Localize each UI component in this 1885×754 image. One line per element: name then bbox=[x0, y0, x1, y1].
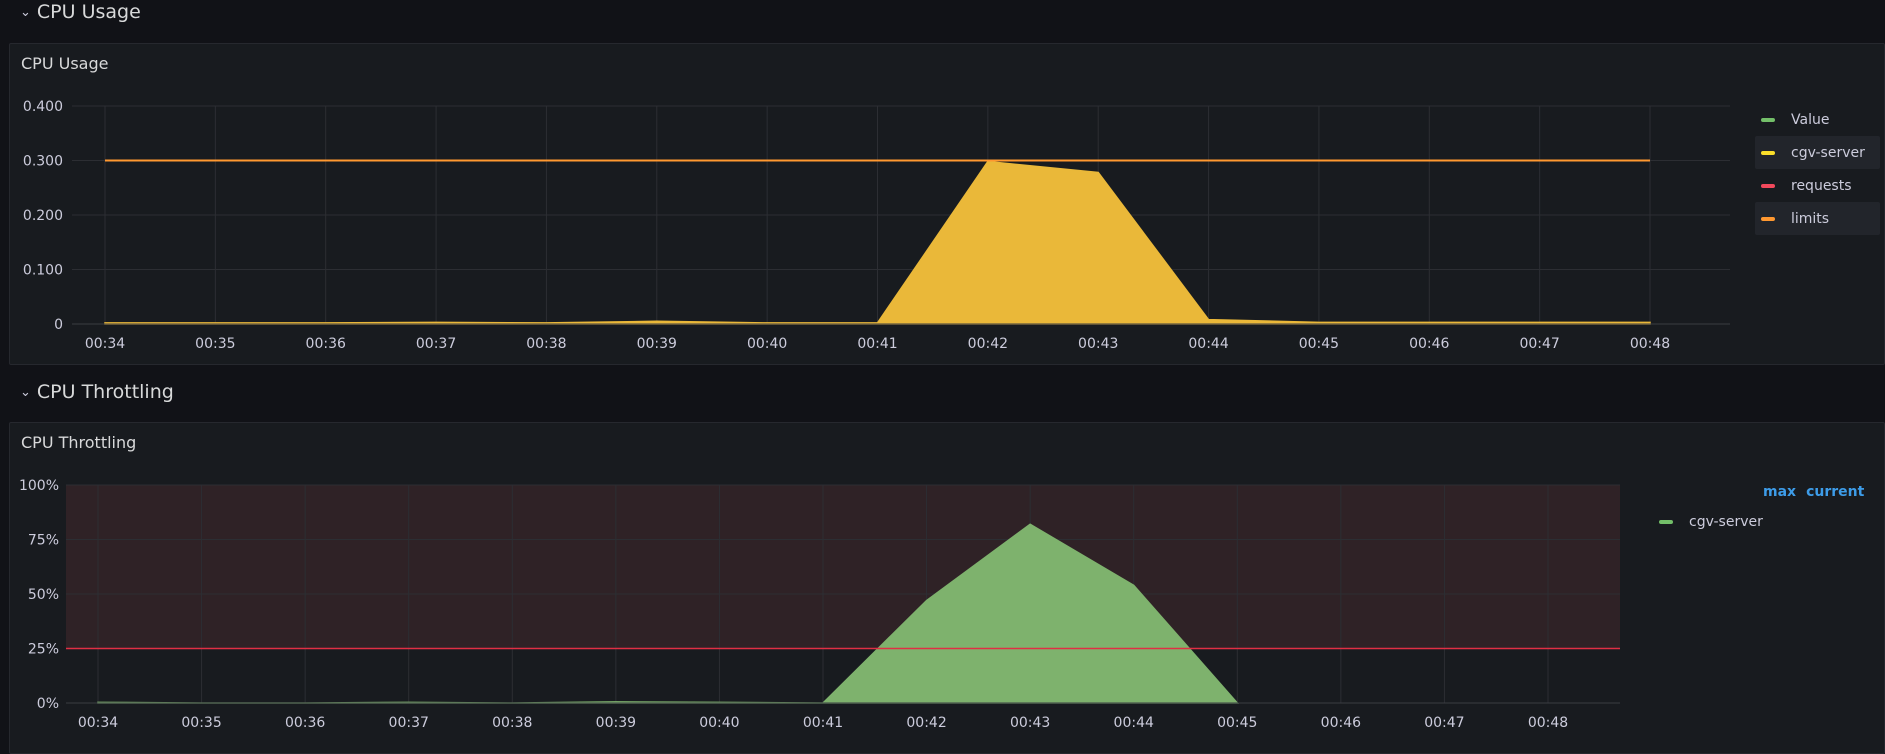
x-tick-label: 00:44 bbox=[1114, 715, 1154, 731]
x-tick-label: 00:45 bbox=[1299, 336, 1339, 352]
x-tick-label: 00:48 bbox=[1528, 715, 1568, 731]
cpu-throttling-chart: 0% 25% 50% 75% 100% 00:34 00:35 00:36 00:37 00:38… bbox=[10, 423, 1650, 753]
legend-label: Value bbox=[1791, 112, 1829, 128]
legend-label: limits bbox=[1791, 211, 1829, 227]
legend-label: cgv-server bbox=[1791, 145, 1865, 161]
row-title: CPU Usage bbox=[37, 1, 141, 23]
legend-swatch bbox=[1761, 118, 1775, 122]
x-tick-label: 00:41 bbox=[803, 715, 843, 731]
row-title: CPU Throttling bbox=[37, 381, 174, 403]
x-tick-label: 00:40 bbox=[699, 715, 739, 731]
x-tick-label: 00:37 bbox=[416, 336, 456, 352]
y-tick-label: 0.200 bbox=[23, 208, 63, 224]
legend-label: cgv-server bbox=[1689, 514, 1763, 530]
x-tick-label: 00:36 bbox=[285, 715, 325, 731]
y-tick-label: 50% bbox=[28, 587, 59, 603]
y-tick-label: 100% bbox=[19, 478, 59, 494]
x-tick-label: 00:46 bbox=[1409, 336, 1449, 352]
legend-item-limits[interactable]: limits bbox=[1755, 202, 1880, 235]
x-tick-label: 00:40 bbox=[747, 336, 787, 352]
x-tick-label: 00:34 bbox=[78, 715, 118, 731]
x-tick-label: 00:39 bbox=[637, 336, 677, 352]
y-tick-label: 25% bbox=[28, 642, 59, 658]
y-tick-label: 0 bbox=[54, 317, 63, 333]
y-tick-label: 75% bbox=[28, 533, 59, 549]
row-header-cpu-usage[interactable]: ⌄ CPU Usage bbox=[20, 0, 141, 24]
cpu-usage-chart: 0 0.100 0.200 0.300 0.400 00:34 00:35 00:36 00:3… bbox=[10, 44, 1750, 364]
legend-swatch bbox=[1761, 217, 1775, 221]
x-tick-label: 00:44 bbox=[1188, 336, 1228, 352]
legend-item-requests[interactable]: requests bbox=[1755, 169, 1880, 202]
legend-item-cgv-server[interactable]: cgv-server bbox=[1653, 505, 1853, 538]
legend-label: requests bbox=[1791, 178, 1852, 194]
x-tick-label: 00:41 bbox=[857, 336, 897, 352]
legend-swatch bbox=[1659, 520, 1673, 524]
x-tick-label: 00:38 bbox=[526, 336, 566, 352]
y-tick-label: 0.100 bbox=[23, 263, 63, 279]
panel-cpu-throttling: CPU Throttling 0%25%50%75%100%00:3400:35… bbox=[9, 422, 1885, 754]
legend-item-value[interactable]: Value bbox=[1755, 103, 1880, 136]
x-tick-label: 00:47 bbox=[1519, 336, 1559, 352]
legend-item-cgv-server[interactable]: cgv-server bbox=[1755, 136, 1880, 169]
x-tick-label: 00:34 bbox=[85, 336, 125, 352]
x-tick-label: 00:45 bbox=[1217, 715, 1257, 731]
chevron-down-icon: ⌄ bbox=[20, 5, 31, 20]
x-tick-label: 00:43 bbox=[1078, 336, 1118, 352]
x-tick-label: 00:35 bbox=[181, 715, 221, 731]
legend-header-max[interactable]: max bbox=[1763, 484, 1796, 500]
x-tick-label: 00:39 bbox=[596, 715, 636, 731]
legend: Value cgv-server requests limits bbox=[1755, 103, 1880, 235]
legend-swatch bbox=[1761, 151, 1775, 155]
x-tick-label: 00:37 bbox=[389, 715, 429, 731]
x-tick-label: 00:42 bbox=[968, 336, 1008, 352]
x-tick-label: 00:43 bbox=[1010, 715, 1050, 731]
x-tick-label: 00:48 bbox=[1630, 336, 1670, 352]
legend-headers: max current bbox=[1763, 484, 1864, 500]
x-tick-label: 00:46 bbox=[1321, 715, 1361, 731]
legend-header-current[interactable]: current bbox=[1806, 484, 1864, 500]
x-tick-label: 00:42 bbox=[906, 715, 946, 731]
x-tick-label: 00:38 bbox=[492, 715, 532, 731]
x-tick-label: 00:47 bbox=[1424, 715, 1464, 731]
row-header-cpu-throttling[interactable]: ⌄ CPU Throttling bbox=[20, 380, 174, 404]
x-tick-label: 00:36 bbox=[306, 336, 346, 352]
y-tick-label: 0.300 bbox=[23, 154, 63, 170]
threshold-region bbox=[66, 485, 1620, 649]
panel-cpu-usage: CPU Usage 00.1000.2000.3000.40000:3400:3… bbox=[9, 43, 1885, 365]
legend: cgv-server bbox=[1653, 505, 1853, 538]
y-tick-label: 0% bbox=[37, 696, 59, 712]
chevron-down-icon: ⌄ bbox=[20, 385, 31, 400]
y-tick-label: 0.400 bbox=[23, 99, 63, 115]
legend-swatch bbox=[1761, 184, 1775, 188]
x-tick-label: 00:35 bbox=[195, 336, 235, 352]
